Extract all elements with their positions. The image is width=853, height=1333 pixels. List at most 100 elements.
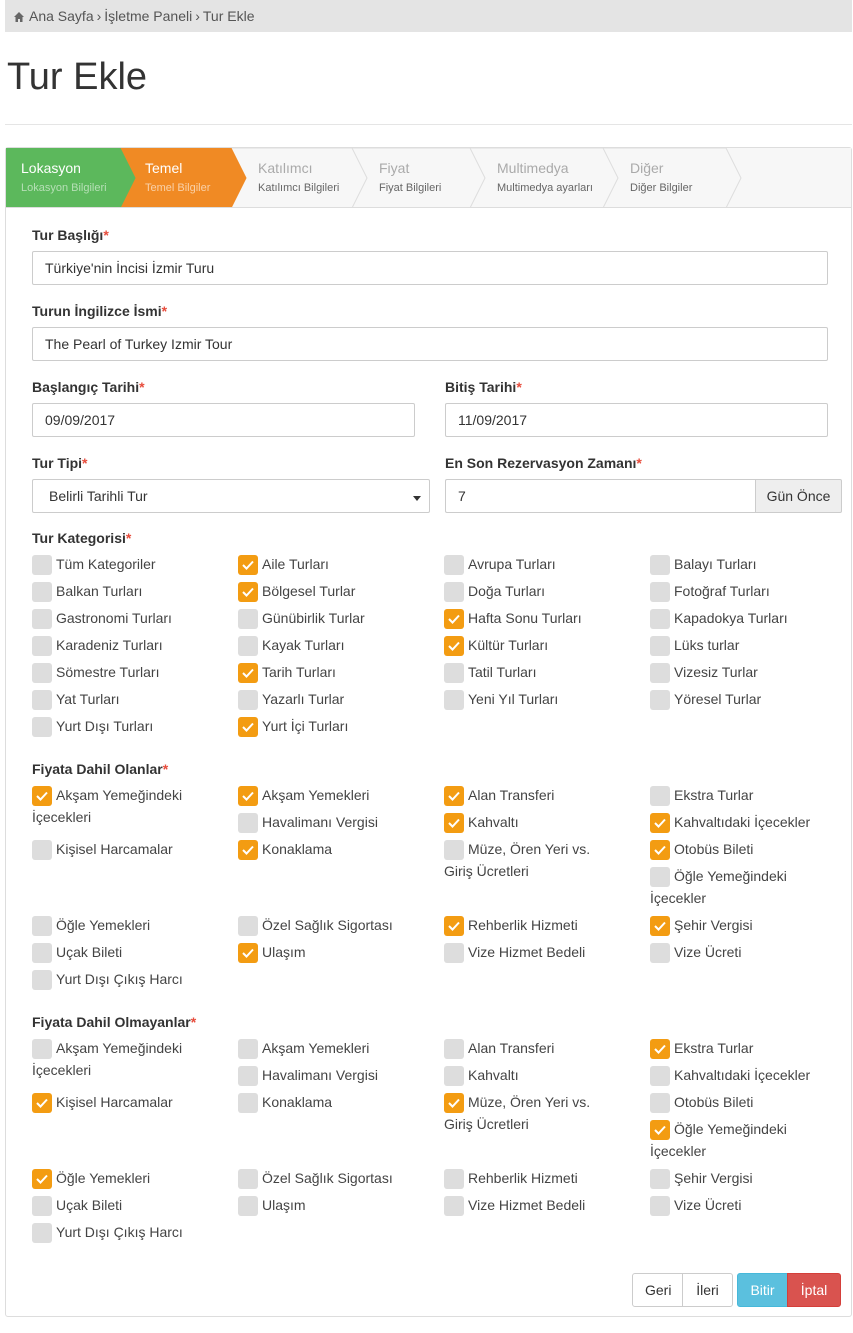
checkbox-unchecked[interactable] — [238, 609, 258, 629]
checkbox-unchecked[interactable] — [238, 690, 258, 710]
checkbox-unchecked[interactable] — [650, 582, 670, 602]
checkbox-item[interactable]: Uçak Bileti — [32, 1194, 222, 1216]
checkbox-item[interactable]: Lüks turlar — [650, 634, 845, 656]
checkbox-checked[interactable] — [444, 813, 464, 833]
checkbox-unchecked[interactable] — [32, 717, 52, 737]
checkbox-item[interactable]: Rehberlik Hizmeti — [444, 1167, 634, 1189]
checkbox-item[interactable]: Otobüs Bileti — [650, 1091, 840, 1113]
checkbox-unchecked[interactable] — [32, 690, 52, 710]
checkbox-item[interactable]: Ekstra Turlar — [650, 784, 840, 806]
back-button[interactable]: Geri — [632, 1273, 683, 1307]
checkbox-item[interactable]: Gastronomi Turları — [32, 607, 227, 629]
checkbox-checked[interactable] — [238, 943, 258, 963]
checkbox-unchecked[interactable] — [238, 636, 258, 656]
checkbox-item[interactable]: Özel Sağlık Sigortası — [238, 1167, 428, 1189]
checkbox-item[interactable]: Müze, Ören Yeri vs. Giriş Ücretleri — [444, 1091, 609, 1135]
checkbox-unchecked[interactable] — [32, 916, 52, 936]
checkbox-checked[interactable] — [238, 555, 258, 575]
checkbox-item[interactable]: Rehberlik Hizmeti — [444, 914, 634, 936]
checkbox-item[interactable]: Kahvaltıdaki İçecekler — [650, 1064, 840, 1086]
checkbox-checked[interactable] — [650, 916, 670, 936]
checkbox-item[interactable]: Kültür Turları — [444, 634, 639, 656]
checkbox-item[interactable]: Özel Sağlık Sigortası — [238, 914, 428, 936]
checkbox-unchecked[interactable] — [32, 555, 52, 575]
checkbox-checked[interactable] — [650, 1120, 670, 1140]
checkbox-item[interactable]: Kahvaltı — [444, 1064, 634, 1086]
checkbox-item[interactable]: Yurt Dışı Turları — [32, 715, 227, 737]
checkbox-unchecked[interactable] — [32, 970, 52, 990]
checkbox-unchecked[interactable] — [444, 1066, 464, 1086]
checkbox-item[interactable]: Tarih Turları — [238, 661, 433, 683]
checkbox-unchecked[interactable] — [444, 690, 464, 710]
checkbox-item[interactable]: Konaklama — [238, 1091, 428, 1113]
checkbox-checked[interactable] — [444, 916, 464, 936]
checkbox-item[interactable]: Alan Transferi — [444, 1037, 634, 1059]
checkbox-item[interactable]: Kahvaltı — [444, 811, 634, 833]
checkbox-item[interactable]: Kişisel Harcamalar — [32, 838, 222, 860]
finish-button[interactable]: Bitir — [737, 1273, 788, 1307]
checkbox-item[interactable]: Uçak Bileti — [32, 941, 222, 963]
checkbox-unchecked[interactable] — [650, 555, 670, 575]
checkbox-unchecked[interactable] — [444, 663, 464, 683]
checkbox-item[interactable]: Ulaşım — [238, 1194, 428, 1216]
checkbox-checked[interactable] — [32, 1169, 52, 1189]
checkbox-item[interactable]: Kahvaltıdaki İçecekler — [650, 811, 840, 833]
checkbox-unchecked[interactable] — [444, 1196, 464, 1216]
checkbox-item[interactable]: Yurt Dışı Çıkış Harcı — [32, 968, 222, 990]
start-date-input[interactable]: 09/09/2017 — [32, 403, 415, 437]
wizard-step-3[interactable]: Katılımcı Katılımcı Bilgileri — [230, 148, 368, 207]
checkbox-item[interactable]: Akşam Yemekleri — [238, 784, 428, 806]
cancel-button[interactable]: İptal — [787, 1273, 841, 1307]
checkbox-unchecked[interactable] — [32, 609, 52, 629]
checkbox-item[interactable]: Kayak Turları — [238, 634, 433, 656]
checkbox-checked[interactable] — [650, 840, 670, 860]
checkbox-unchecked[interactable] — [238, 1039, 258, 1059]
checkbox-checked[interactable] — [444, 636, 464, 656]
checkbox-item[interactable]: Karadeniz Turları — [32, 634, 227, 656]
checkbox-item[interactable]: Vizesiz Turlar — [650, 661, 845, 683]
checkbox-item[interactable]: Yat Turları — [32, 688, 227, 710]
english-name-input[interactable]: The Pearl of Turkey Izmir Tour — [32, 327, 828, 361]
checkbox-unchecked[interactable] — [444, 1169, 464, 1189]
checkbox-item[interactable]: Tüm Kategoriler — [32, 553, 227, 575]
checkbox-item[interactable]: Fotoğraf Turları — [650, 580, 845, 602]
checkbox-unchecked[interactable] — [32, 943, 52, 963]
checkbox-item[interactable]: Vize Hizmet Bedeli — [444, 1194, 634, 1216]
checkbox-unchecked[interactable] — [32, 582, 52, 602]
checkbox-item[interactable]: Otobüs Bileti — [650, 838, 840, 860]
checkbox-item[interactable]: Kapadokya Turları — [650, 607, 845, 629]
end-date-input[interactable]: 11/09/2017 — [445, 403, 828, 437]
checkbox-checked[interactable] — [444, 786, 464, 806]
wizard-step-5[interactable]: Multimedya Multimedya ayarları — [469, 148, 619, 207]
checkbox-item[interactable]: Vize Hizmet Bedeli — [444, 941, 634, 963]
checkbox-unchecked[interactable] — [32, 1039, 52, 1059]
checkbox-item[interactable]: Balayı Turları — [650, 553, 845, 575]
checkbox-item[interactable]: Öğle Yemeğindeki İçecekler — [650, 1118, 815, 1162]
checkbox-checked[interactable] — [238, 582, 258, 602]
checkbox-item[interactable]: Aile Turları — [238, 553, 433, 575]
checkbox-item[interactable]: Günübirlik Turlar — [238, 607, 433, 629]
checkbox-item[interactable]: Yöresel Turlar — [650, 688, 845, 710]
checkbox-unchecked[interactable] — [650, 663, 670, 683]
breadcrumb-home-link[interactable]: Ana Sayfa — [29, 8, 94, 24]
checkbox-checked[interactable] — [650, 813, 670, 833]
checkbox-checked[interactable] — [238, 663, 258, 683]
checkbox-item[interactable]: Ulaşım — [238, 941, 428, 963]
checkbox-unchecked[interactable] — [650, 1196, 670, 1216]
checkbox-checked[interactable] — [32, 1093, 52, 1113]
checkbox-item[interactable]: Yeni Yıl Turları — [444, 688, 639, 710]
checkbox-item[interactable]: Havalimanı Vergisi — [238, 1064, 428, 1086]
checkbox-item[interactable]: Konaklama — [238, 838, 428, 860]
deadline-input[interactable]: 7 — [445, 479, 756, 513]
breadcrumb-panel-link[interactable]: İşletme Paneli — [104, 8, 192, 24]
checkbox-item[interactable]: Vize Ücreti — [650, 1194, 840, 1216]
wizard-step-4[interactable]: Fiyat Fiyat Bilgileri — [351, 148, 486, 207]
checkbox-unchecked[interactable] — [444, 943, 464, 963]
checkbox-item[interactable]: Doğa Turları — [444, 580, 639, 602]
checkbox-checked[interactable] — [238, 717, 258, 737]
tour-title-input[interactable]: Türkiye'nin İncisi İzmir Turu — [32, 251, 828, 285]
checkbox-item[interactable]: Ekstra Turlar — [650, 1037, 840, 1059]
wizard-step-6[interactable]: Diğer Diğer Bilgiler — [602, 148, 742, 207]
checkbox-checked[interactable] — [444, 1093, 464, 1113]
checkbox-unchecked[interactable] — [32, 1223, 52, 1243]
